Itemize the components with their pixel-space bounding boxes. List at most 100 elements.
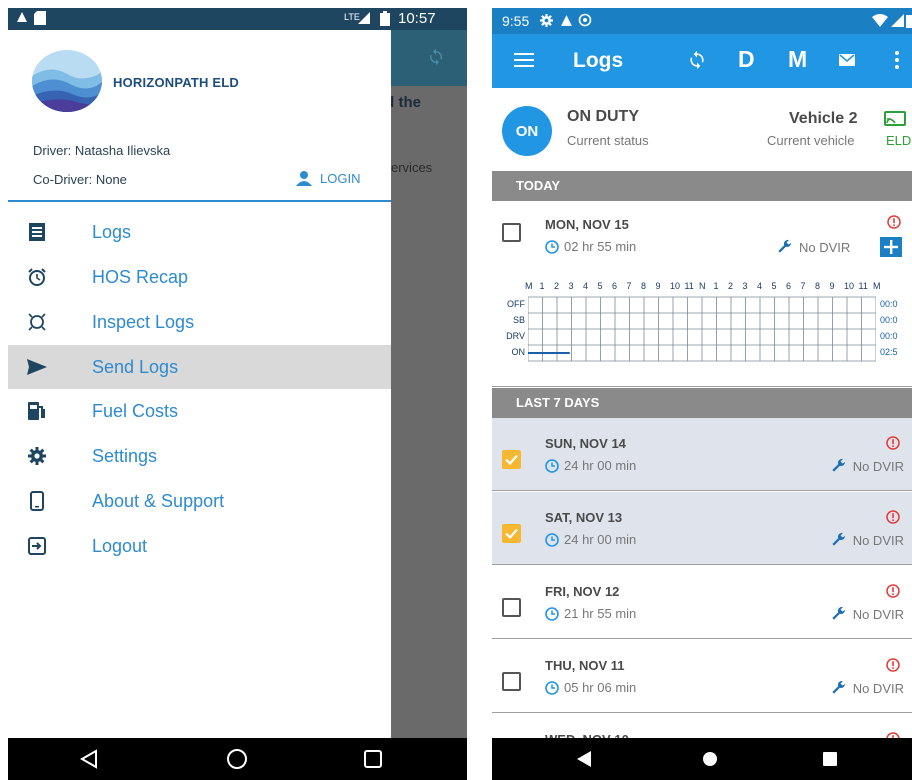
- warning-triangle-icon: [560, 14, 573, 27]
- add-log-button[interactable]: [880, 237, 902, 257]
- gear-icon: [26, 445, 48, 467]
- menu-item-send-logs[interactable]: Send Logs: [8, 345, 391, 389]
- menu-label: Fuel Costs: [92, 400, 179, 421]
- day-checkbox[interactable]: [502, 672, 521, 691]
- grid-hour-label: 7: [800, 281, 806, 291]
- day-dvir[interactable]: No DVIR: [831, 532, 904, 548]
- recents-icon[interactable]: [822, 751, 838, 767]
- day-checkbox[interactable]: [502, 598, 521, 617]
- grid-row-label: DRV: [506, 331, 525, 341]
- dvir-text: No DVIR: [852, 606, 904, 622]
- day-dvir[interactable]: No DVIR: [831, 458, 904, 474]
- grid-hour-label: 8: [641, 281, 647, 291]
- battery-icon: [906, 13, 912, 28]
- day-duration: 21 hr 55 min: [545, 606, 636, 621]
- day-checkbox[interactable]: [502, 524, 521, 543]
- menu-item-settings[interactable]: Settings: [8, 434, 391, 478]
- menu-item-inspect-logs[interactable]: Inspect Logs: [8, 300, 391, 344]
- menu-item-fuel-costs[interactable]: Fuel Costs: [8, 389, 391, 433]
- vehicle-caption: Current vehicle: [767, 133, 855, 148]
- signal-icon: [891, 14, 904, 27]
- logs-list-icon: [26, 221, 48, 243]
- duration-text: 05 hr 06 min: [564, 680, 637, 695]
- monthly-view-button[interactable]: M: [788, 46, 807, 73]
- duration-text: 24 hr 00 min: [564, 532, 637, 547]
- grid-row-label: SB: [512, 315, 525, 325]
- grid-hour-label: 11: [858, 281, 868, 291]
- menu-item-about-support[interactable]: About & Support: [8, 479, 391, 523]
- back-icon[interactable]: [80, 749, 98, 769]
- day-date: THU, NOV 11: [545, 658, 625, 673]
- clock-icon: [545, 606, 559, 621]
- day-row-sun-nov-14[interactable]: SUN, NOV 14 24 hr 00 min No DVIR: [492, 418, 912, 491]
- duration-text: 24 hr 00 min: [564, 458, 637, 473]
- grid-hour-label: 5: [771, 281, 777, 291]
- back-icon[interactable]: [576, 750, 592, 768]
- recents-icon[interactable]: [364, 750, 382, 768]
- wrench-icon: [832, 606, 845, 620]
- grid-hour-label: 4: [583, 281, 589, 291]
- duty-status-text: ON DUTY: [567, 108, 639, 125]
- vehicle-name: Vehicle 2: [789, 110, 858, 127]
- signal-icon: [358, 12, 370, 24]
- grid-hour-label: 10: [844, 281, 855, 291]
- menu-item-logs[interactable]: Logs: [8, 210, 391, 254]
- grid-row-total: 00:0: [880, 315, 898, 325]
- warning-circle-icon: [886, 584, 900, 598]
- hamburger-menu-icon[interactable]: [514, 52, 534, 68]
- today-checkbox[interactable]: [502, 223, 521, 242]
- today-duration: 02 hr 55 min: [545, 239, 636, 254]
- today-log-card[interactable]: MON, NOV 15 02 hr 55 min No DVIR M123456…: [492, 201, 912, 387]
- home-icon[interactable]: [702, 751, 718, 767]
- duty-status-grid: [528, 296, 876, 362]
- home-icon[interactable]: [226, 748, 248, 770]
- daily-view-button[interactable]: D: [738, 46, 755, 73]
- battery-icon: [380, 11, 390, 26]
- grid-hour-label: 2: [728, 281, 734, 291]
- warning-circle-icon: [886, 658, 900, 672]
- day-checkbox[interactable]: [502, 450, 521, 469]
- day-dvir[interactable]: No DVIR: [831, 680, 904, 696]
- day-row-thu-nov-11[interactable]: THU, NOV 11 05 hr 06 min No DVIR: [492, 640, 912, 713]
- phone-icon: [26, 490, 48, 512]
- menu-label: Inspect Logs: [92, 311, 195, 332]
- menu-item-hos-recap[interactable]: HOS Recap: [8, 255, 391, 299]
- overflow-menu-icon[interactable]: [895, 51, 899, 69]
- day-dvir[interactable]: No DVIR: [831, 606, 904, 622]
- checkmark-icon: [505, 454, 518, 466]
- email-icon[interactable]: [839, 54, 855, 66]
- day-row-sat-nov-13[interactable]: SAT, NOV 13 24 hr 00 min No DVIR: [492, 492, 912, 565]
- logout-icon: [26, 535, 48, 557]
- warning-triangle-icon: [16, 11, 28, 23]
- checkmark-icon: [505, 528, 518, 540]
- location-icon: [578, 13, 592, 27]
- duration-text: 02 hr 55 min: [564, 239, 637, 254]
- inspect-icon: [26, 311, 48, 333]
- status-bar: 9:55: [492, 8, 912, 34]
- brand-logo: [32, 50, 102, 112]
- login-button[interactable]: LOGIN: [296, 170, 360, 186]
- duty-status-button[interactable]: ON: [502, 106, 552, 156]
- grid-hour-label: 6: [786, 281, 792, 291]
- grid-hour-label: M: [525, 281, 533, 291]
- gear-icon: [540, 14, 553, 27]
- grid-hour-label: 9: [655, 281, 661, 291]
- eld-connected-icon: [884, 111, 906, 127]
- day-date: FRI, NOV 12: [545, 584, 620, 599]
- sync-icon[interactable]: [687, 50, 707, 70]
- today-dvir[interactable]: No DVIR: [777, 239, 850, 255]
- grid-hour-label: N: [699, 281, 706, 291]
- menu-label: Logs: [92, 221, 132, 242]
- left-phone-screen: LTE 10:57 nd the ervices HORIZONPATH ELD…: [8, 8, 467, 780]
- clock-icon: [545, 532, 559, 547]
- day-row-fri-nov-12[interactable]: FRI, NOV 12 21 hr 55 min No DVIR: [492, 566, 912, 639]
- grid-row-total: 00:0: [880, 299, 898, 309]
- grid-hour-label: 7: [626, 281, 632, 291]
- menu-item-logout[interactable]: Logout: [8, 524, 391, 568]
- warning-circle-icon: [887, 215, 901, 229]
- login-label: LOGIN: [320, 170, 361, 186]
- background-text: ervices: [391, 160, 433, 175]
- status-time: 9:55: [502, 13, 530, 29]
- wrench-icon: [778, 239, 791, 253]
- right-phone-screen: 9:55 Logs D M ON ON DUTY Current status …: [492, 8, 912, 780]
